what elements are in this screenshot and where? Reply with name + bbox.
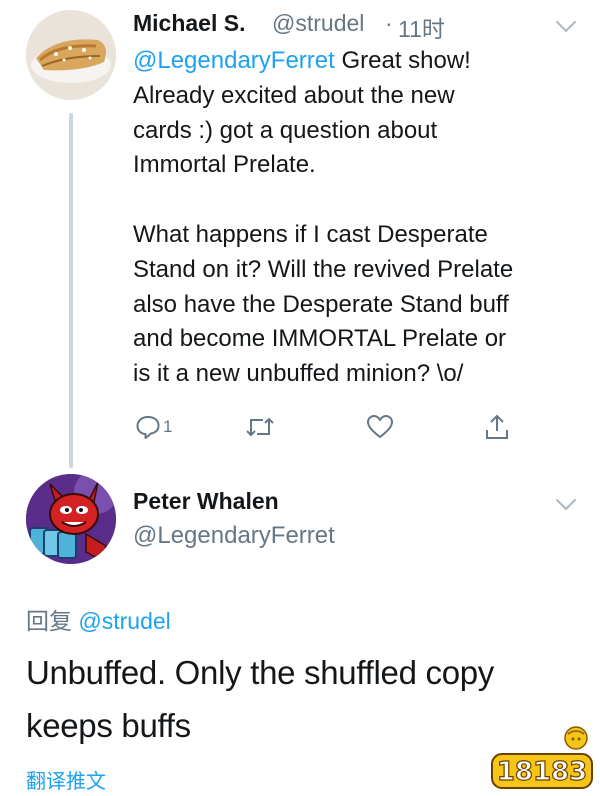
author-handle[interactable]: @strudel (272, 10, 364, 37)
retweet-icon (246, 417, 274, 437)
reply-mention-link[interactable]: @strudel (78, 608, 170, 634)
share-button[interactable] (484, 412, 510, 442)
tweet-line: Immortal Prelate. (133, 151, 316, 179)
retweet-button[interactable] (244, 412, 276, 442)
reply-count: 1 (163, 417, 173, 436)
reply-prefix: 回复 (26, 608, 79, 634)
chevron-down-icon[interactable] (555, 20, 577, 34)
share-icon (486, 414, 508, 439)
mention-link[interactable]: @LegendaryFerret (133, 47, 335, 74)
tweet-line: cards :) got a question about (133, 116, 438, 144)
tweet-line: also have the Desperate Stand buff (133, 290, 509, 318)
separator-dot: · (385, 10, 393, 36)
tweet-line: Already excited about the new (133, 81, 455, 109)
reply-button[interactable]: 1 (135, 412, 172, 442)
avatar-michael[interactable] (26, 10, 116, 100)
tweet-line: Stand on it? Will the revived Prelate (133, 255, 514, 283)
replying-to: 回复 @strudel (26, 602, 171, 636)
reply-icon (136, 416, 160, 439)
strudel-pastry-avatar-icon (26, 10, 116, 100)
author-handle[interactable]: @LegendaryFerret (133, 522, 335, 550)
chevron-down-icon[interactable] (555, 498, 577, 512)
tweet-line: What happens if I cast Desperate (133, 220, 488, 248)
avatar-peter[interactable] (26, 474, 116, 564)
watermark-logo-icon: 18183 (491, 726, 593, 789)
thread-connector-line (69, 113, 73, 468)
tweet-line: @LegendaryFerret Great show! (133, 47, 471, 74)
tweet-line: and become IMMORTAL Prelate or (133, 325, 507, 353)
author-name[interactable]: Michael S. (133, 10, 245, 37)
tweet-line: Unbuffed. Only the shuffled copy (26, 654, 494, 691)
tweet-text: @LegendaryFerret Great show! Already exc… (133, 44, 573, 392)
heart-icon (367, 415, 393, 438)
watermark-text: 18183 (497, 757, 587, 787)
translate-tweet-link[interactable]: 翻译推文 (26, 765, 106, 794)
like-button[interactable] (366, 412, 394, 442)
red-devil-cards-avatar-icon (26, 474, 116, 564)
tweet-timestamp[interactable]: 11时 (398, 10, 445, 44)
tweet-line: is it a new unbuffed minion? \o/ (133, 360, 464, 388)
author-name[interactable]: Peter Whalen (133, 488, 279, 515)
